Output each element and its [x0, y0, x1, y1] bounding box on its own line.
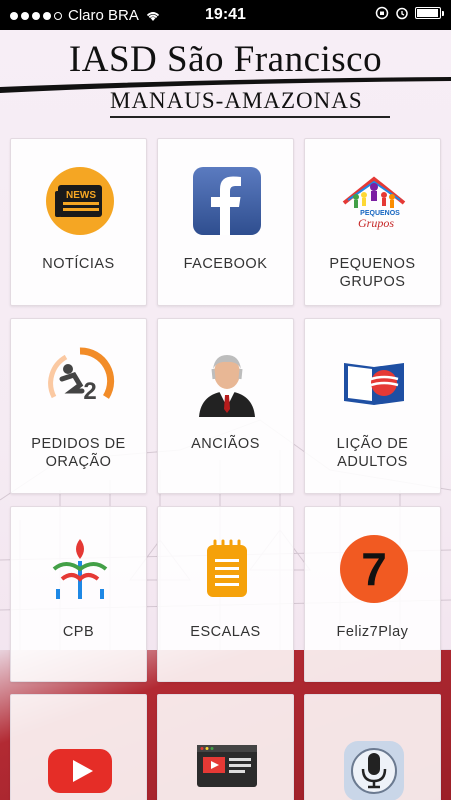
tile-video[interactable]: [157, 694, 294, 800]
tile-facebook[interactable]: FACEBOOK: [157, 138, 294, 306]
tile-ancioes[interactable]: ANCIÃOS: [157, 318, 294, 494]
tile-licao-de-adultos[interactable]: LIÇÃO DE ADULTOS: [304, 318, 441, 494]
tile-feliz7play[interactable]: 7 Feliz7Play: [304, 506, 441, 682]
tile-label: ANCIÃOS: [191, 436, 260, 452]
tile-label: NOTÍCIAS: [42, 256, 115, 272]
prayer-icon: 2: [48, 347, 115, 405]
subtitle-underline: [110, 116, 390, 118]
youtube-icon: [48, 749, 112, 793]
alarm-icon: [396, 7, 408, 20]
tile-pequenos-grupos[interactable]: PEQUENOS Grupos PEQUENOS GRUPOS: [304, 138, 441, 306]
battery-icon: [415, 7, 444, 19]
app-header: IASD São Francisco MANAUS-AMAZONAS: [0, 30, 451, 130]
tile-youtube[interactable]: [10, 694, 147, 800]
tile-pedidos-de-oracao[interactable]: 2 PEDIDOS DE ORAÇÃO: [10, 318, 147, 494]
tile-label: Feliz7Play: [336, 624, 409, 640]
tile-label: LIÇÃO DE ADULTOS: [336, 436, 409, 470]
rotation-lock-icon: [375, 6, 389, 20]
tile-label: CPB: [62, 624, 95, 640]
feliz7play-icon: 7: [340, 535, 408, 603]
tile-label: PEQUENOS GRUPOS: [329, 256, 416, 290]
tile-noticias[interactable]: NEWS NOTÍCIAS: [10, 138, 147, 306]
facebook-icon: [193, 167, 261, 235]
video-player-icon: [197, 745, 257, 787]
lesson-book-icon: [344, 363, 404, 405]
tile-label: FACEBOOK: [183, 256, 268, 272]
tile-cpb[interactable]: CPB: [10, 506, 147, 682]
svg-text:Grupos: Grupos: [358, 216, 394, 230]
tile-podcast[interactable]: [304, 694, 441, 800]
tile-label: PEDIDOS DE ORAÇÃO: [31, 436, 126, 470]
microphone-icon: [344, 741, 404, 800]
news-icon: NEWS: [46, 167, 114, 235]
elder-icon: [199, 355, 255, 417]
status-bar: Claro BRA 19:41: [0, 0, 451, 30]
pequenos-grupos-icon: PEQUENOS Grupos: [342, 176, 406, 230]
tile-label: ESCALAS: [190, 624, 261, 640]
schedule-notepad-icon: [207, 539, 247, 597]
svg-text:7: 7: [361, 543, 387, 595]
page-subtitle: MANAUS-AMAZONAS: [110, 88, 363, 113]
tile-escalas[interactable]: ESCALAS: [157, 506, 294, 682]
svg-text:2: 2: [83, 378, 96, 405]
svg-text:NEWS: NEWS: [66, 190, 96, 201]
cpb-icon: [52, 539, 108, 599]
